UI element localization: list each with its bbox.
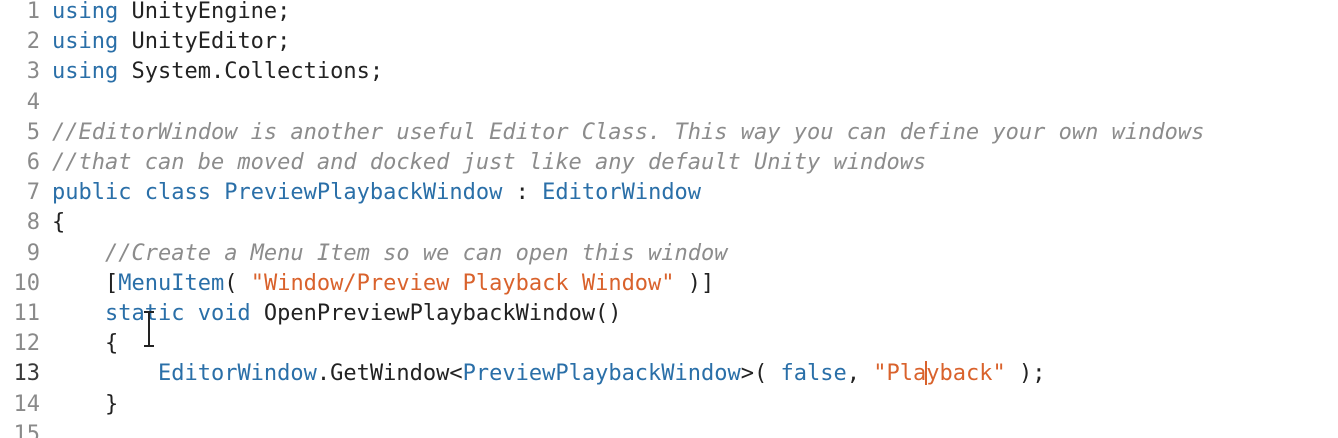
line-number: 8 [26,210,40,236]
code-editor[interactable]: 1 using UnityEngine; 2 using UnityEditor; 3 u… [0,0,1338,438]
code-line[interactable]: 15 [0,420,41,438]
code-line[interactable]: 10 [MenuItem( "Window/Preview Playback W… [0,269,715,299]
code-token: "Window/Preview Playback Window" [250,270,675,296]
code-text[interactable]: using UnityEngine; [52,0,290,27]
code-token: >( [740,361,781,387]
code-token: ( [224,270,251,296]
code-text[interactable]: { [52,208,65,238]
line-number: 10 [13,270,41,296]
code-text[interactable]: //that can be moved and docked just like… [52,148,926,178]
code-token: PreviewPlaybackWindow [224,180,503,206]
code-token: false [780,361,847,387]
code-line[interactable]: 9 //Create a Menu Item so we can open th… [0,239,728,269]
code-text[interactable]: public class PreviewPlaybackWindow : Edi… [52,178,701,208]
line-number: 1 [26,0,40,24]
code-token: , [846,361,874,387]
code-token: EditorWindow [542,180,702,206]
code-text[interactable]: using UnityEditor; [52,27,290,57]
code-token: OpenPreviewPlaybackWindow() [250,301,622,326]
code-line[interactable]: 11 static void OpenPreviewPlaybackWindow… [0,299,622,329]
code-text[interactable]: //Create a Menu Item so we can open this… [52,239,728,269]
code-line[interactable]: 6 //that can be moved and docked just lik… [0,148,926,178]
code-text[interactable]: [MenuItem( "Window/Preview Playback Wind… [52,269,714,299]
code-token: : [502,180,543,206]
code-token: //that can be moved and docked just like… [52,150,927,175]
code-token: //EditorWindow is another useful Editor … [52,119,1205,145]
code-line[interactable]: 1 using UnityEngine; [0,0,291,27]
code-line[interactable]: 7 public class PreviewPlaybackWindow : Ed… [0,178,701,208]
code-token: //Create a Menu Item so we can open this… [104,240,728,266]
code-token: UnityEditor; [118,29,291,55]
line-number: 14 [13,391,41,417]
code-token: .GetWindow< [316,361,463,387]
code-text[interactable]: EditorWindow.GetWindow<PreviewPlaybackWi… [52,359,1045,389]
code-token: "Pla [873,361,927,387]
line-number: 6 [26,150,40,175]
line-number: 9 [26,240,40,266]
code-token: } [52,391,119,417]
code-token: EditorWindow [157,361,317,387]
code-token: System.Collections; [118,59,384,85]
code-line[interactable]: 12 { [0,329,119,359]
code-line[interactable]: 2 using UnityEditor; [0,27,291,57]
code-token: { [52,331,119,357]
code-token: MenuItem [118,270,225,296]
code-text[interactable]: } [52,390,118,420]
code-text[interactable]: using System.Collections; [52,57,383,87]
code-token: [ [52,270,119,296]
line-number: 3 [26,59,40,85]
code-token: public class [52,180,211,206]
code-token: using [52,29,119,55]
line-number: 7 [26,180,40,206]
code-text[interactable]: //EditorWindow is another useful Editor … [52,118,1204,148]
code-token: UnityEngine; [118,0,291,24]
code-text[interactable]: { [52,329,118,359]
line-number: 5 [26,119,40,145]
line-number: 2 [26,29,40,55]
line-number: 11 [13,301,41,326]
code-line[interactable]: 3 using System.Collections; [0,57,383,87]
code-line[interactable]: 13 EditorWindow.GetWindow<PreviewPlaybac… [0,359,1045,389]
line-number: 15 [13,421,41,438]
code-text[interactable]: static void OpenPreviewPlaybackWindow() [52,299,622,329]
code-line[interactable]: 5 //EditorWindow is another useful Editor… [0,118,1205,148]
code-line[interactable]: 4 [0,88,40,118]
code-line[interactable]: 14 } [0,390,119,420]
code-token: )] [674,270,715,296]
line-number: 4 [26,89,40,115]
code-token: using [52,0,119,24]
code-token: yback" [926,361,1006,387]
code-line[interactable]: 8{ [0,208,66,238]
line-number: 12 [13,331,41,357]
code-token: static void [104,301,251,326]
code-token: PreviewPlaybackWindow [462,361,741,387]
code-token: ); [1005,361,1046,387]
text-cursor-icon [144,311,154,347]
code-token: { [52,210,66,236]
line-number: 13 [13,361,41,387]
code-token: using [52,59,119,85]
